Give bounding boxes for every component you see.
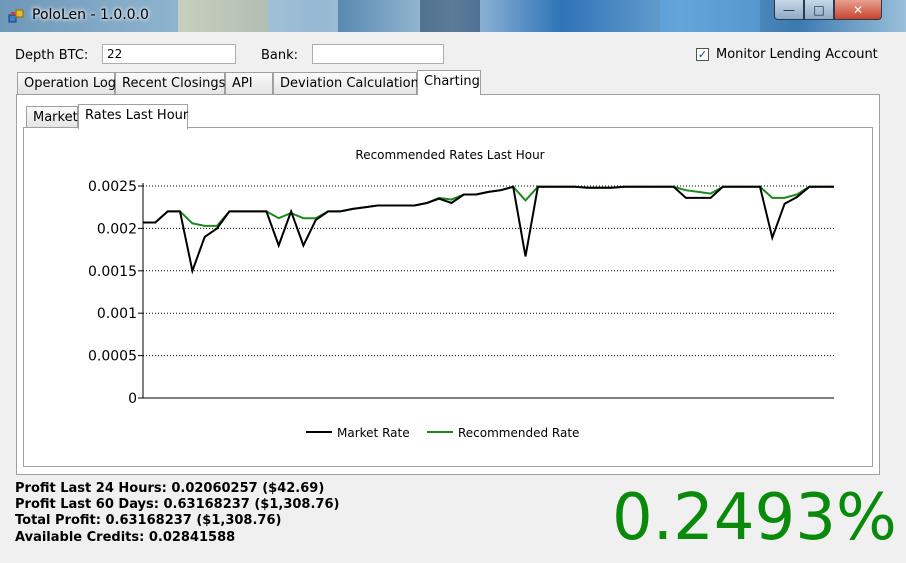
app-window: PoloLen - 1.0.0.0 — □ ✕ Depth BTC: 22 Ba… [0, 0, 906, 563]
maximize-button[interactable]: □ [804, 0, 834, 20]
monitor-lending-checkbox[interactable]: ✓ [696, 48, 709, 61]
app-icon [8, 9, 24, 23]
total-profit-text: Total Profit: 0.63168237 ($1,308.76) [15, 513, 282, 528]
profit-60d-text: Profit Last 60 Days: 0.63168237 ($1,308.… [15, 497, 340, 512]
bank-input[interactable] [312, 44, 444, 64]
depth-btc-input[interactable]: 22 [102, 44, 236, 64]
subtab-rates-last-hour[interactable]: Rates Last Hour [78, 104, 188, 129]
chart-title: Recommended Rates Last Hour [355, 148, 544, 162]
y-tick-label: 0.0015 [88, 264, 137, 280]
monitor-lending-label: Monitor Lending Account [716, 47, 878, 62]
y-tick-label: 0.0025 [88, 179, 137, 195]
profit-24h-text: Profit Last 24 Hours: 0.02060257 ($42.69… [15, 481, 325, 496]
current-rate-display: 0.2493% [612, 481, 897, 555]
available-credits-text: Available Credits: 0.02841588 [15, 530, 236, 545]
desktop-background-decoration [660, 0, 760, 32]
rates-chart: Recommended Rates Last Hour 0.00250.0020… [88, 148, 834, 440]
bank-label: Bank: [261, 48, 299, 63]
title-bar[interactable]: PoloLen - 1.0.0.0 — □ ✕ [0, 0, 906, 32]
tab-deviation-calculations[interactable]: Deviation Calculations [273, 72, 426, 94]
minimize-icon: — [783, 2, 795, 17]
depth-btc-label: Depth BTC: [15, 48, 89, 63]
minimize-button[interactable]: — [774, 0, 804, 20]
close-icon: ✕ [852, 2, 864, 17]
y-tick-label: 0 [128, 391, 137, 407]
window-title: PoloLen - 1.0.0.0 [32, 7, 149, 23]
close-button[interactable]: ✕ [834, 0, 882, 20]
legend-recommended-label: Recommended Rate [458, 426, 579, 440]
y-tick-label: 0.0005 [88, 349, 137, 365]
tab-api[interactable]: API [225, 72, 273, 94]
tab-operation-log[interactable]: Operation Log [17, 72, 116, 94]
subtab-market[interactable]: Market [26, 106, 78, 128]
tab-recent-closings[interactable]: Recent Closings [115, 72, 225, 94]
desktop-background-decoration [420, 0, 480, 32]
y-tick-label: 0.002 [97, 221, 137, 237]
maximize-icon: □ [813, 2, 825, 17]
checkmark-icon: ✓ [697, 48, 708, 61]
chart-area: Recommended Rates Last Hour 0.0025 0.002 0… [23, 127, 873, 467]
desktop-background-decoration [268, 0, 338, 32]
legend-market-label: Market Rate [337, 426, 410, 440]
desktop-background-decoration [178, 0, 268, 32]
tab-charting[interactable]: Charting [417, 70, 481, 95]
y-tick-label: 0.001 [97, 306, 137, 322]
y-axis-ticks: 0.0025 0.002 0.0015 0.001 0.0005 0 [88, 179, 143, 407]
